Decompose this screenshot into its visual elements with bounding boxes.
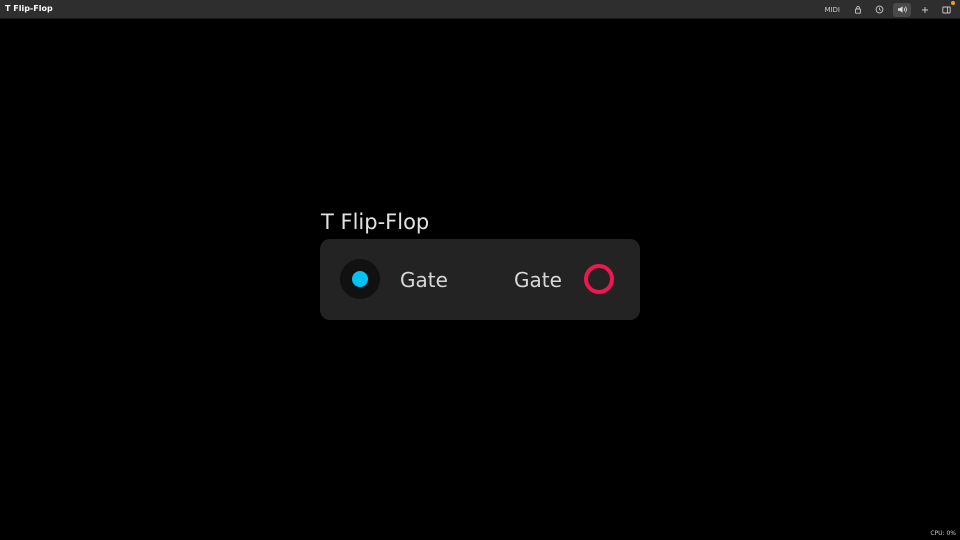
audio-button[interactable] xyxy=(893,2,911,17)
input-port[interactable] xyxy=(340,259,380,299)
speaker-icon xyxy=(897,6,907,13)
clock-button[interactable] xyxy=(872,3,886,17)
panel-button[interactable] xyxy=(939,0,955,17)
title-bar: T Flip-Flop MIDI xyxy=(0,0,960,19)
input-port-label: Gate xyxy=(400,268,448,292)
lock-button[interactable] xyxy=(851,3,865,17)
notification-dot xyxy=(951,0,955,5)
cpu-usage: CPU: 0% xyxy=(930,530,956,537)
lock-icon xyxy=(855,6,861,14)
app-title: T Flip-Flop xyxy=(5,4,53,13)
module-card[interactable]: Gate Gate xyxy=(320,239,640,320)
add-button[interactable] xyxy=(918,3,932,17)
plus-icon xyxy=(922,6,928,13)
input-port-dot-icon xyxy=(352,271,368,287)
output-port[interactable] xyxy=(584,264,614,294)
toolbar: MIDI xyxy=(820,0,960,19)
module-title: T Flip-Flop xyxy=(321,210,430,234)
output-port-label: Gate xyxy=(514,268,562,292)
panel-icon xyxy=(941,6,951,13)
clock-icon xyxy=(875,5,883,14)
midi-button[interactable]: MIDI xyxy=(820,3,844,17)
